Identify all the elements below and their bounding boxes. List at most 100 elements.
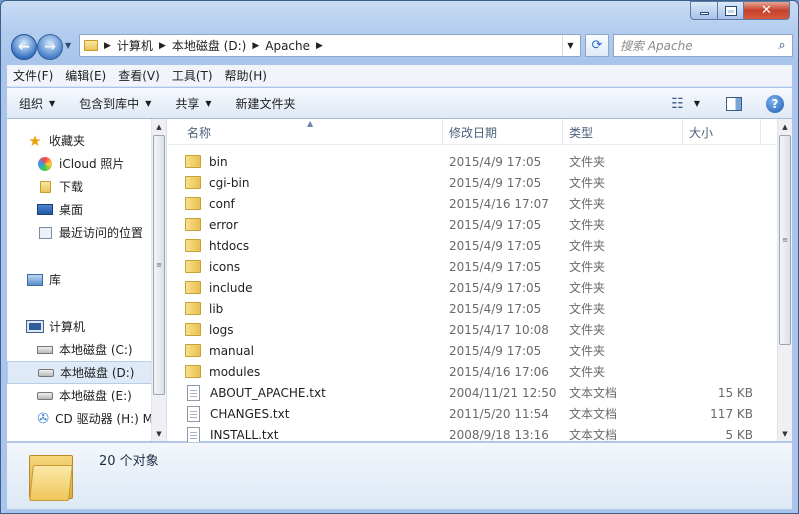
menu-help[interactable]: 帮助(H) [219,67,273,84]
include-in-library-label: 包含到库中 [79,96,140,111]
chevron-right-icon[interactable]: ▶ [104,41,111,51]
menu-file[interactable]: 文件(F) [7,67,59,84]
share-label: 共享 [175,96,200,111]
chevron-right-icon[interactable]: ▶ [159,41,166,51]
file-name-cell: logs [167,323,443,337]
column-header-size[interactable]: 大小 [683,119,761,145]
chevron-right-icon[interactable]: ▶ [252,41,259,51]
chevron-right-icon[interactable]: ▶ [316,41,323,51]
text-file-icon [187,405,200,422]
menu-edit[interactable]: 编辑(E) [59,67,112,84]
nav-item-desktop[interactable]: 桌面 [7,198,153,221]
new-folder-button[interactable]: 新建文件夹 [224,95,308,112]
folder-icon [185,155,201,168]
nav-label: 收藏夹 [49,134,86,148]
scroll-down-icon[interactable]: ▼ [152,426,166,441]
help-icon[interactable]: ? [766,94,784,113]
navigation-tree: ★ 收藏夹 iCloud 照片 下载 桌面 最近访问的位置 库 计算机 本地磁盘… [7,119,153,441]
address-history-dropdown[interactable]: ▼ [562,35,578,56]
downloads-folder-icon [37,180,53,194]
photos-icon [37,156,53,171]
file-row[interactable]: include 2015/4/9 17:05 文件夹 [167,277,777,298]
back-button[interactable]: ← [11,34,37,60]
scroll-up-icon[interactable]: ▲ [778,119,792,134]
nav-item-favorites[interactable]: ★ 收藏夹 [7,129,153,152]
file-name: bin [209,154,228,169]
nav-label: 本地磁盘 (C:) [59,343,133,357]
file-row[interactable]: manual 2015/4/9 17:05 文件夹 [167,340,777,361]
share-button[interactable]: 共享 ▼ [163,95,223,112]
include-in-library-button[interactable]: 包含到库中 ▼ [67,95,163,112]
address-bar[interactable]: ▶ 计算机 ▶ 本地磁盘 (D:) ▶ Apache ▶ ▼ [79,34,581,57]
file-row[interactable]: bin 2015/4/9 17:05 文件夹 [167,151,777,172]
view-options-dropdown[interactable]: ▼ [694,99,700,108]
file-type: 文件夹 [569,344,606,358]
refresh-button[interactable]: ⟳ [585,34,609,57]
nav-item-icloud-photos[interactable]: iCloud 照片 [7,152,153,175]
nav-scrollbar[interactable]: ▲ ≡ ▼ [151,119,166,441]
file-row[interactable]: cgi-bin 2015/4/9 17:05 文件夹 [167,172,777,193]
column-header-type[interactable]: 类型 [563,119,683,145]
search-box[interactable]: 搜索 Apache ⌕ [613,34,793,57]
file-list-scrollbar[interactable]: ▲ ≡ ▼ [777,119,792,441]
file-date: 2015/4/9 17:05 [449,280,542,295]
breadcrumb-item-drive-d[interactable]: 本地磁盘 (D:) [172,37,246,54]
file-name-cell: htdocs [167,239,443,253]
breadcrumb-item-apache[interactable]: Apache [265,39,310,53]
nav-item-drive-e[interactable]: 本地磁盘 (E:) [7,384,153,407]
nav-item-computer[interactable]: 计算机 [7,315,153,338]
recent-pages-dropdown[interactable]: ▼ [65,41,71,50]
file-row[interactable]: logs 2015/4/17 10:08 文件夹 [167,319,777,340]
menu-view[interactable]: 查看(V) [112,67,166,84]
column-label: 类型 [569,125,594,140]
menu-tools[interactable]: 工具(T) [166,67,219,84]
nav-item-drive-d[interactable]: 本地磁盘 (D:) [7,361,153,384]
column-header-name[interactable]: ▲ 名称 [167,119,443,145]
file-date: 2015/4/9 17:05 [449,175,542,190]
file-type: 文件夹 [569,365,606,379]
scroll-thumb[interactable]: ≡ [779,135,791,345]
scroll-down-icon[interactable]: ▼ [778,426,792,441]
search-icon[interactable]: ⌕ [772,38,792,53]
preview-pane-icon[interactable] [726,96,742,111]
file-list-pane: ▲ 名称 修改日期 类型 大小 bin 2015/4/9 17:05 文件夹 cgi-… [167,119,792,443]
file-row[interactable]: htdocs 2015/4/9 17:05 文件夹 [167,235,777,256]
chevron-down-icon: ▼ [205,98,212,108]
file-row[interactable]: error 2015/4/9 17:05 文件夹 [167,214,777,235]
search-input[interactable]: 搜索 Apache [620,37,772,54]
breadcrumb-item-computer[interactable]: 计算机 [117,37,153,54]
scroll-up-icon[interactable]: ▲ [152,119,166,134]
file-type: 文本文档 [569,407,618,421]
nav-item-downloads[interactable]: 下载 [7,175,153,198]
file-date: 2015/4/17 10:08 [449,322,549,337]
column-label: 名称 [187,125,212,140]
drive-icon [37,391,53,400]
file-date: 2015/4/9 17:05 [449,301,542,316]
forward-button[interactable]: → [37,34,63,60]
folder-icon [185,239,201,252]
maximize-button[interactable] [717,1,743,20]
file-row[interactable]: lib 2015/4/9 17:05 文件夹 [167,298,777,319]
file-row[interactable]: conf 2015/4/16 17:07 文件夹 [167,193,777,214]
folder-icon [185,260,201,273]
organize-button[interactable]: 组织 ▼ [7,95,67,112]
caption-buttons: ✕ [690,1,790,20]
change-view-icon[interactable]: ☷ [671,96,684,112]
nav-item-libraries[interactable]: 库 [7,268,153,291]
minimize-button[interactable] [690,1,717,20]
nav-item-recent-places[interactable]: 最近访问的位置 [7,221,153,244]
file-name-cell: conf [167,197,443,211]
column-header-date[interactable]: 修改日期 [443,119,563,145]
folder-icon [185,197,201,210]
drive-icon [38,368,54,377]
file-row[interactable]: CHANGES.txt 2011/5/20 11:54 文本文档 117 KB [167,403,777,424]
nav-item-cd-drive[interactable]: ✇ CD 驱动器 (H:) M [7,407,153,430]
file-size: 5 KB [725,427,753,442]
minimize-icon [699,11,709,15]
scroll-thumb[interactable]: ≡ [153,135,165,395]
file-row[interactable]: modules 2015/4/16 17:06 文件夹 [167,361,777,382]
file-row[interactable]: icons 2015/4/9 17:05 文件夹 [167,256,777,277]
nav-item-drive-c[interactable]: 本地磁盘 (C:) [7,338,153,361]
file-row[interactable]: ABOUT_APACHE.txt 2004/11/21 12:50 文本文档 15 K… [167,382,777,403]
close-button[interactable]: ✕ [743,1,790,20]
